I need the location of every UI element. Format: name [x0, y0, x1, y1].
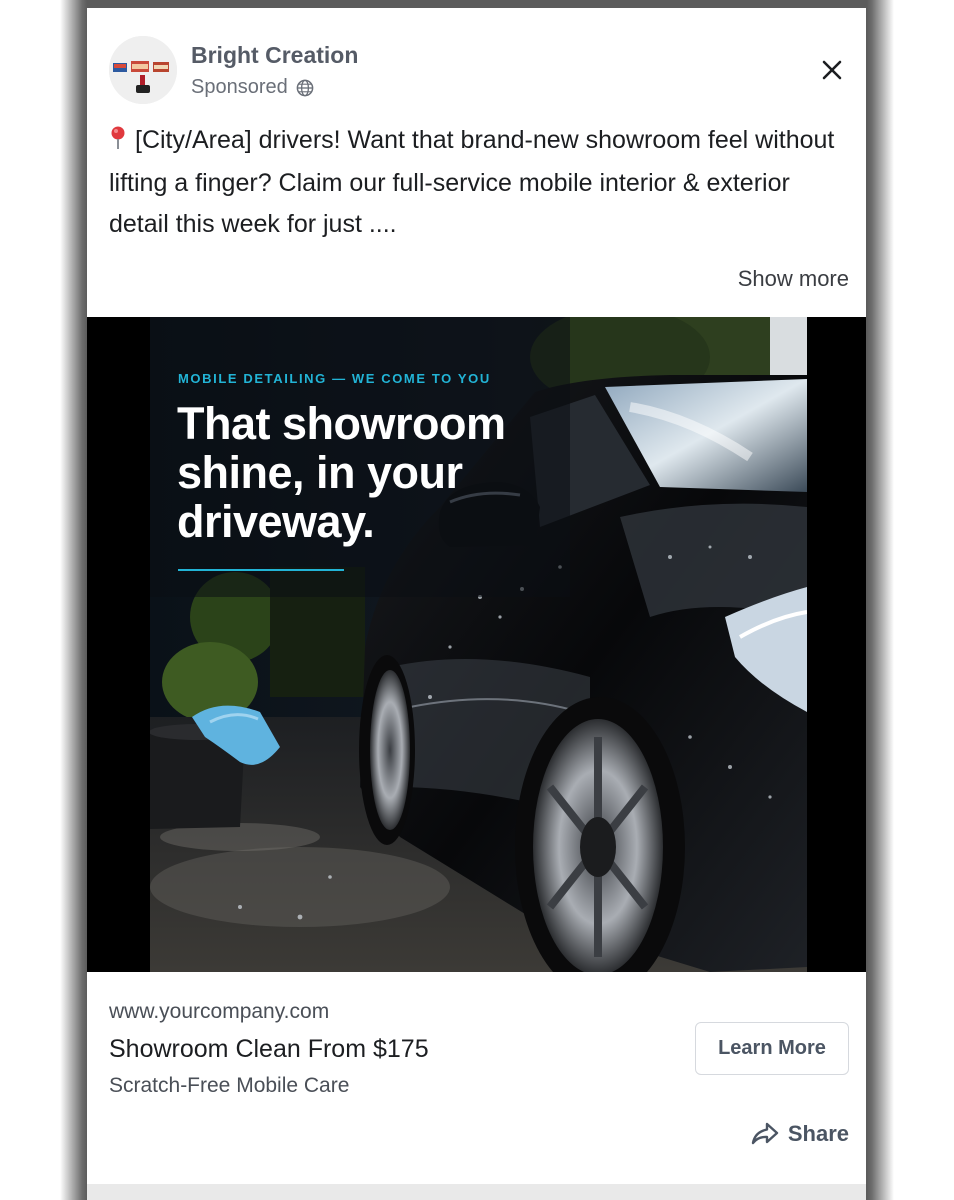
ad-creative-image: MOBILE DETAILING — WE COME TO YOU That s…	[150, 317, 807, 972]
globe-icon	[296, 79, 314, 96]
link-url[interactable]: www.yourcompany.com	[109, 1000, 329, 1024]
show-more-link[interactable]: Show more	[738, 266, 849, 292]
sponsored-row: Sponsored	[191, 76, 314, 99]
post-body: [City/Area] drivers! Want that brand-new…	[109, 120, 849, 245]
advertiser-avatar[interactable]	[109, 36, 177, 104]
advertiser-name[interactable]: Bright Creation	[191, 42, 358, 69]
sponsored-post-card: Bright Creation Sponsored [City/Area] dr…	[87, 8, 866, 1184]
pin-icon	[109, 122, 129, 163]
share-label: Share	[787, 1121, 849, 1146]
share-icon	[751, 1122, 779, 1145]
link-title[interactable]: Showroom Clean From $175	[109, 1035, 429, 1064]
close-icon	[822, 60, 842, 80]
next-post-edge	[87, 1184, 866, 1200]
avatar-logo-icon	[109, 36, 177, 104]
link-description: Scratch-Free Mobile Care	[109, 1074, 350, 1097]
creative-headline: That showroom shine, in your driveway.	[177, 398, 506, 547]
ad-media[interactable]: MOBILE DETAILING — WE COME TO YOU That s…	[87, 317, 866, 972]
post-body-text: [City/Area] drivers! Want that brand-new…	[109, 126, 835, 238]
learn-more-button[interactable]: Learn More	[695, 1022, 849, 1075]
creative-eyebrow: MOBILE DETAILING — WE COME TO YOU	[178, 371, 491, 386]
sponsored-label: Sponsored	[191, 76, 288, 98]
close-button[interactable]	[816, 54, 848, 86]
creative-accent-rule	[178, 569, 344, 571]
share-button[interactable]: Share	[750, 1121, 849, 1147]
